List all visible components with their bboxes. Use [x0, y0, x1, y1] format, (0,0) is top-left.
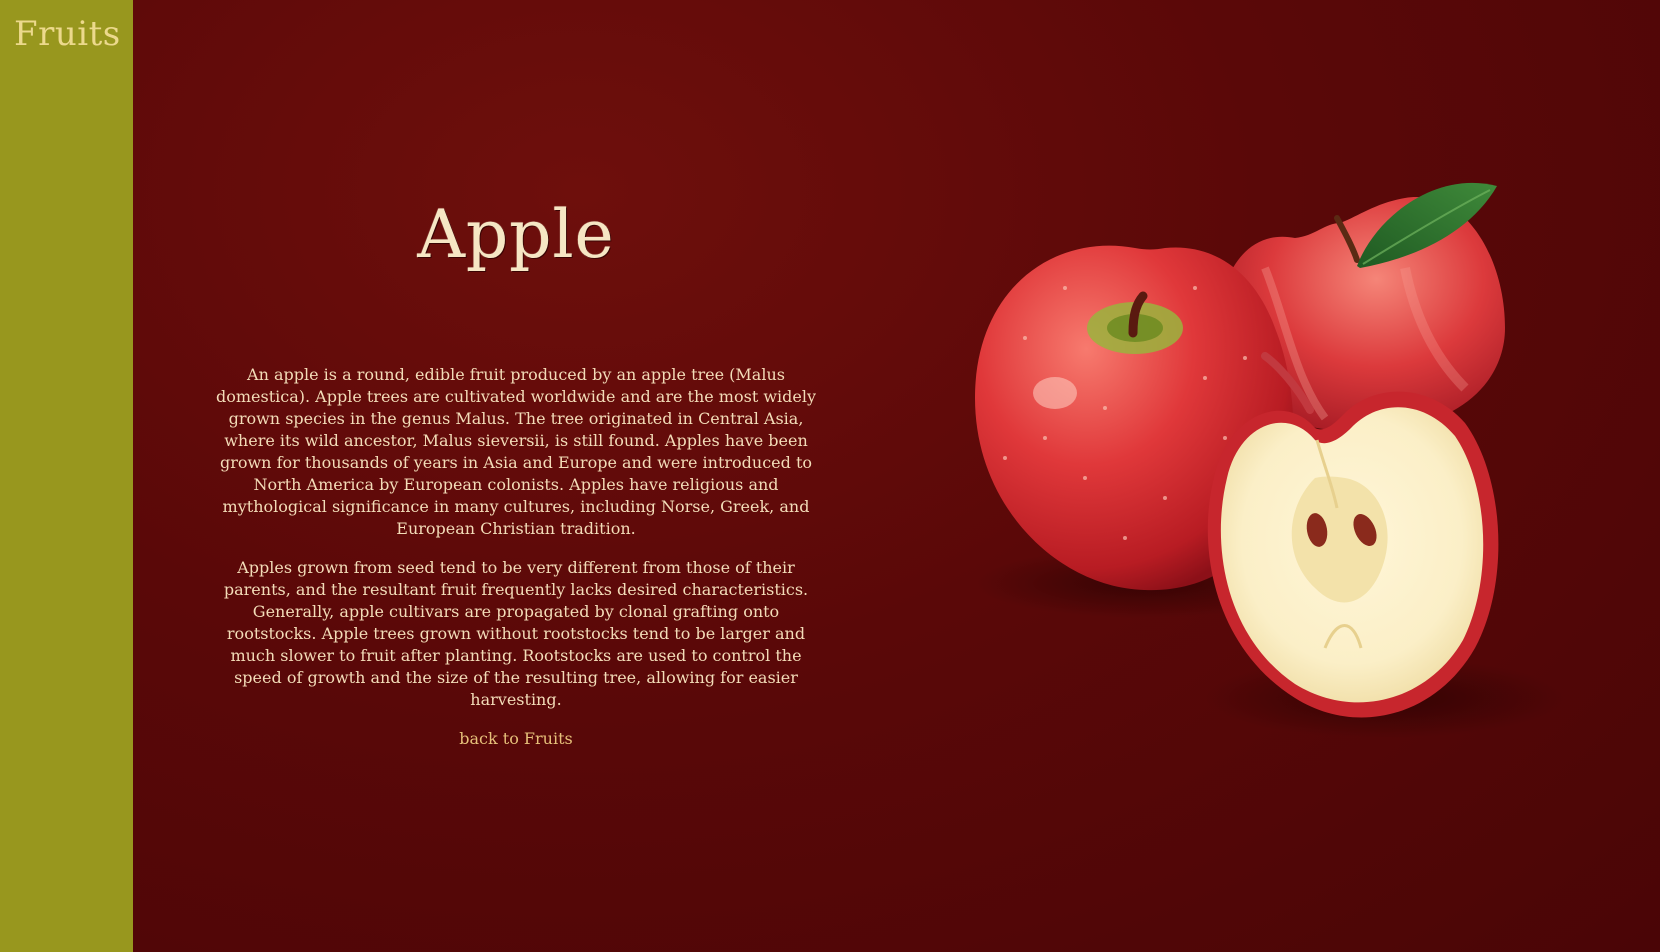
article-paragraph-1: An apple is a round, edible fruit produc…: [215, 365, 817, 538]
back-to-fruits-link[interactable]: back to Fruits: [459, 728, 572, 750]
article: Apple An apple is a round, edible fruit …: [210, 195, 822, 750]
brand-link-fruits[interactable]: Fruits: [14, 14, 121, 54]
page-title: Apple: [417, 196, 615, 273]
apple-illustration: [975, 182, 1565, 738]
article-paragraph-2: Apples grown from seed tend to be very d…: [223, 558, 809, 709]
sidebar: Fruits: [0, 0, 133, 952]
